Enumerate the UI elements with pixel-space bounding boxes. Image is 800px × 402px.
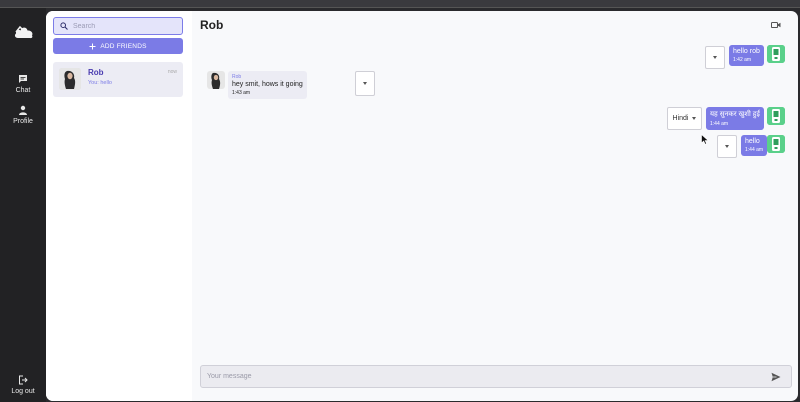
chevron-down-icon	[713, 56, 717, 59]
message-text: hello rob	[733, 48, 760, 55]
message-composer[interactable]	[200, 365, 792, 388]
rail-profile-button[interactable]: Profile	[0, 105, 46, 125]
message-text: hey smit, hows it going	[232, 81, 303, 88]
side-rail: Chat Profile Log out	[0, 8, 46, 402]
search-box[interactable]	[53, 17, 183, 35]
message-sender: Rob	[232, 74, 242, 80]
send-icon[interactable]	[771, 372, 781, 382]
message-options-dropdown[interactable]	[355, 71, 375, 96]
mouse-cursor-icon	[701, 134, 709, 145]
cloud-logo-icon	[14, 25, 33, 39]
app-window: ADD FRIENDS Rob You: hello now Rob	[46, 11, 798, 401]
message-text: hello	[745, 138, 760, 145]
chevron-down-icon	[692, 117, 697, 120]
message-time: 1:44 am	[745, 147, 764, 153]
avatar	[767, 45, 785, 63]
message-time: 1:42 am	[733, 57, 752, 63]
profile-icon	[19, 105, 27, 115]
search-icon	[60, 22, 68, 30]
message-text: यह सुनकर खुशी हुई	[710, 111, 760, 118]
friend-last-time: now	[167, 69, 177, 75]
rail-profile-label: Profile	[13, 118, 33, 125]
chat-title: Rob	[200, 18, 224, 32]
plus-icon	[89, 43, 96, 49]
rail-chat-button[interactable]: Chat	[0, 74, 46, 94]
incoming-message: Rob hey smit, hows it going 1:43 am	[228, 71, 307, 99]
language-select-value: Hindi	[672, 115, 689, 122]
avatar	[207, 71, 225, 89]
add-friends-label: ADD FRIENDS	[100, 42, 147, 50]
chevron-down-icon	[725, 145, 729, 148]
avatar	[767, 135, 785, 153]
friend-last-message: You: hello	[88, 80, 112, 86]
outgoing-message: यह सुनकर खुशी हुई 1:44 am	[706, 107, 764, 130]
language-select[interactable]: Hindi	[667, 107, 702, 130]
chevron-down-icon	[363, 82, 367, 85]
search-input[interactable]	[73, 22, 173, 30]
avatar	[767, 107, 785, 125]
friend-list-item[interactable]: Rob You: hello now	[53, 62, 183, 97]
rail-logout-button[interactable]: Log out	[0, 375, 46, 395]
chat-area: Rob hello rob 1:42 am Rob hey smit, hows…	[192, 11, 798, 401]
message-time: 1:44 am	[710, 121, 729, 127]
message-options-dropdown[interactable]	[717, 135, 737, 158]
message-options-dropdown[interactable]	[705, 46, 725, 69]
video-call-icon[interactable]	[771, 21, 781, 29]
browser-top-strip	[0, 0, 800, 8]
add-friends-button[interactable]: ADD FRIENDS	[53, 38, 183, 54]
chat-icon	[19, 75, 27, 83]
outgoing-message: hello rob 1:42 am	[729, 45, 764, 66]
message-time: 1:43 am	[232, 90, 251, 96]
rail-chat-label: Chat	[15, 87, 31, 94]
avatar	[59, 68, 81, 90]
outgoing-message: hello 1:44 am	[741, 135, 768, 156]
friend-name: Rob	[88, 68, 104, 77]
message-input[interactable]	[207, 373, 747, 380]
rail-logout-label: Log out	[11, 388, 35, 395]
logout-icon	[19, 375, 28, 385]
friends-panel: ADD FRIENDS Rob You: hello now	[46, 11, 192, 401]
